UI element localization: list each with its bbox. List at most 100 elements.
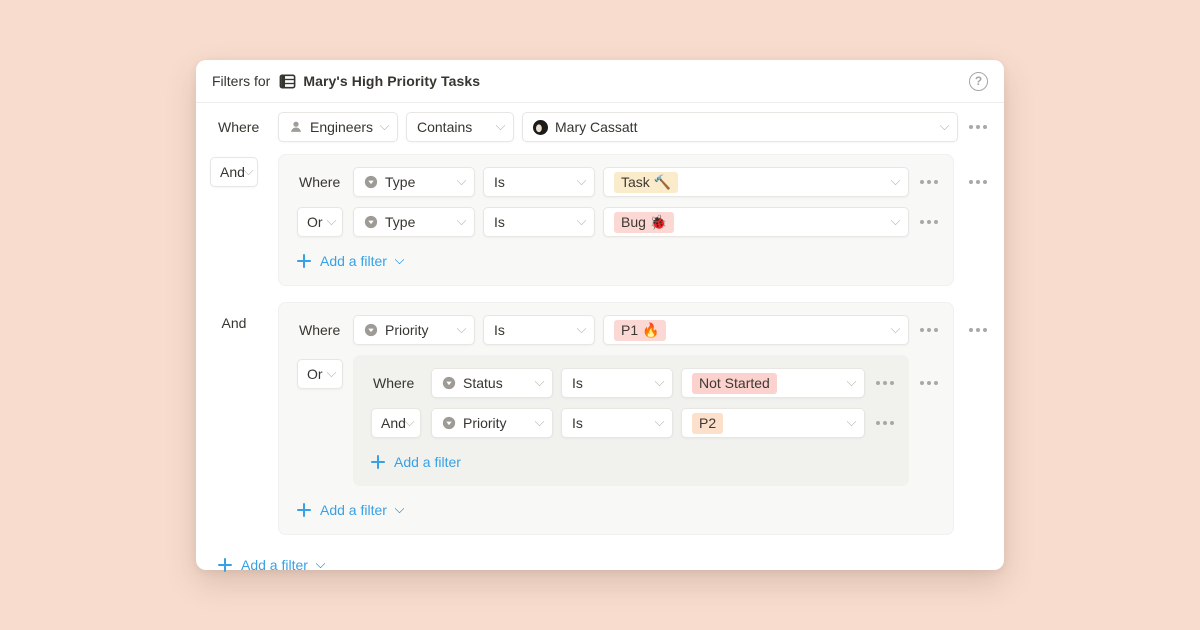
operator-dropdown[interactable]: Or [297, 207, 343, 237]
add-filter-label: Add a filter [320, 502, 387, 518]
chevron-down-icon [327, 215, 337, 225]
property-dropdown-priority[interactable]: Priority [353, 315, 475, 345]
operator-cell: Where [371, 375, 423, 391]
condition-label: Is [572, 415, 583, 431]
condition-dropdown[interactable]: Contains [406, 112, 514, 142]
select-property-icon [364, 323, 378, 337]
condition-dropdown[interactable]: Is [561, 408, 673, 438]
chevron-down-icon [891, 323, 901, 333]
add-filter-button[interactable]: Add a filter [218, 551, 324, 579]
row-menu-button[interactable] [873, 408, 897, 438]
value-dropdown-tag[interactable]: P2 [681, 408, 865, 438]
panel-title-prefix: Filters for [212, 73, 270, 89]
group-operator-dropdown[interactable]: And [210, 157, 258, 187]
avatar [533, 120, 548, 135]
row-menu-button[interactable] [873, 368, 897, 398]
chevron-down-icon [405, 416, 415, 426]
filter-condition-row: Where Type Is Task 🔨 [297, 167, 941, 197]
operator-label: Where [297, 174, 345, 190]
chevron-down-icon [655, 376, 665, 386]
chevron-down-icon [380, 120, 390, 130]
ellipsis-icon [927, 220, 931, 224]
row-menu-button[interactable] [917, 207, 941, 237]
chevron-down-icon [457, 175, 467, 185]
chevron-down-icon [535, 416, 545, 426]
property-dropdown-priority[interactable]: Priority [431, 408, 553, 438]
value-tag: Not Started [692, 373, 777, 394]
condition-label: Contains [417, 119, 472, 135]
panel-body: Where Engineers Contains [196, 103, 1004, 591]
chevron-down-icon [243, 165, 253, 175]
condition-dropdown[interactable]: Is [483, 207, 595, 237]
filter-group-1: And Where Type [210, 154, 990, 286]
person-name: Mary Cassatt [555, 119, 637, 135]
add-filter-label: Add a filter [394, 454, 461, 470]
property-label: Engineers [310, 119, 373, 135]
chevron-down-icon [891, 215, 901, 225]
value-dropdown-tag[interactable]: P1 🔥 [603, 315, 909, 345]
group-menu-cell [954, 154, 990, 197]
row-menu-button[interactable] [917, 315, 941, 345]
add-filter-label: Add a filter [241, 557, 308, 573]
chevron-down-icon [577, 175, 587, 185]
person-property-icon [289, 120, 303, 134]
condition-dropdown[interactable]: Is [561, 368, 673, 398]
panel-header: Filters for Mary's High Priority Tasks ? [196, 60, 1004, 103]
page-background: { "colors":{ "page_bg":"#f8ddcf", "panel… [0, 0, 1200, 630]
row-menu-button[interactable] [917, 167, 941, 197]
ellipsis-icon [976, 328, 980, 332]
chevron-down-icon [940, 120, 950, 130]
chevron-down-icon [655, 416, 665, 426]
value-dropdown-tag[interactable]: Not Started [681, 368, 865, 398]
operator-label: And [220, 164, 245, 180]
property-dropdown-status[interactable]: Status [431, 368, 553, 398]
condition-dropdown[interactable]: Is [483, 315, 595, 345]
operator-label: Where [297, 322, 345, 338]
property-label: Priority [463, 415, 507, 431]
operator-dropdown[interactable]: Or [297, 359, 343, 389]
value-dropdown-tag[interactable]: Task 🔨 [603, 167, 909, 197]
condition-label: Is [494, 214, 505, 230]
filter-condition-row: Or Type Is [297, 207, 941, 237]
value-dropdown-person[interactable]: Mary Cassatt [522, 112, 958, 142]
chevron-down-icon [457, 215, 467, 225]
value-tag: P1 🔥 [614, 320, 666, 341]
property-dropdown-type[interactable]: Type [353, 207, 475, 237]
nested-filter-group: Where Status Is [353, 355, 909, 486]
filter-group-box: Where Priority Is P1 🔥 [278, 302, 954, 535]
row-menu-button[interactable] [966, 112, 990, 142]
property-dropdown-type[interactable]: Type [353, 167, 475, 197]
group-operator-cell: And [210, 302, 278, 331]
group-menu-button[interactable] [966, 167, 990, 197]
chevron-down-icon [577, 215, 587, 225]
operator-label: Or [307, 214, 323, 230]
add-filter-button[interactable]: Add a filter [371, 448, 461, 476]
group-operator-cell: And [210, 154, 278, 187]
add-filter-button[interactable]: Add a filter [297, 247, 403, 275]
operator-dropdown[interactable]: And [371, 408, 421, 438]
ellipsis-icon [883, 381, 887, 385]
operator-cell: Or [297, 355, 345, 389]
value-tag: P2 [692, 413, 723, 434]
ellipsis-icon [883, 421, 887, 425]
help-button[interactable]: ? [969, 72, 988, 91]
chevron-down-icon [847, 376, 857, 386]
operator-label: And [381, 415, 406, 431]
filter-row-people: Where Engineers Contains [210, 112, 990, 142]
plus-icon [297, 503, 311, 517]
nested-group-menu-button[interactable] [917, 368, 941, 398]
condition-dropdown[interactable]: Is [483, 167, 595, 197]
panel-title: Mary's High Priority Tasks [303, 73, 480, 89]
value-dropdown-tag[interactable]: Bug 🐞 [603, 207, 909, 237]
add-filter-button[interactable]: Add a filter [297, 496, 403, 524]
filter-group-2: And Where Priority Is [210, 302, 990, 535]
add-filter-label: Add a filter [320, 253, 387, 269]
chevron-down-icon [327, 367, 337, 377]
group-menu-cell [954, 302, 990, 345]
operator-label: Or [307, 366, 323, 382]
plus-icon [218, 558, 232, 572]
property-dropdown-engineers[interactable]: Engineers [278, 112, 398, 142]
condition-label: Is [494, 322, 505, 338]
operator-cell: Or [297, 207, 345, 237]
group-menu-button[interactable] [966, 315, 990, 345]
